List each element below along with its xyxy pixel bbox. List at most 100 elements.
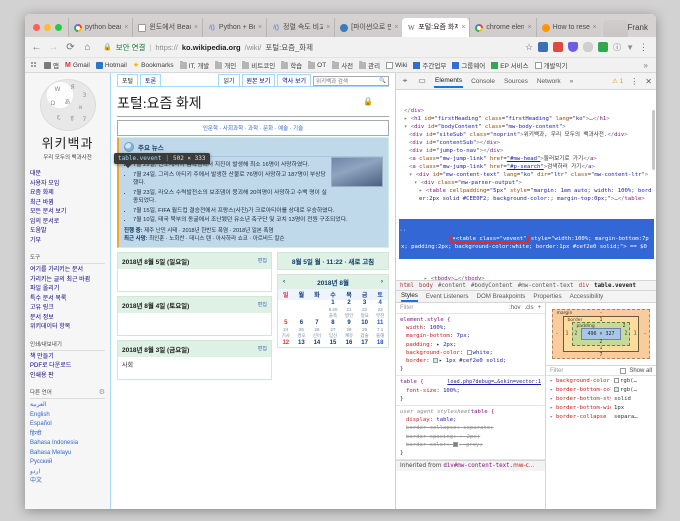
sidebar-link-permalink[interactable]: 고유 링크: [30, 304, 105, 314]
edit-link[interactable]: 편집: [258, 345, 267, 352]
computed-property-row[interactable]: ▸ border-bottom-col… rgb(…: [550, 386, 652, 395]
lang-link-id[interactable]: Bahasa Indonesia: [30, 439, 105, 449]
calendar-day[interactable]: 6: [294, 320, 310, 327]
new-style-rule-button[interactable]: +: [537, 305, 541, 311]
css-rule[interactable]: element.style {width: 100%; margin-bottom…: [396, 314, 545, 377]
tab-edit-source[interactable]: 원본 보기: [241, 74, 276, 86]
sidebar-link-help[interactable]: 도움말: [30, 227, 105, 237]
expand-triangle-icon[interactable]: ▸: [550, 413, 553, 422]
sidebar-link-createbook[interactable]: 책 만들기: [30, 353, 105, 363]
css-declaration[interactable]: border-color: ▸ grey;: [400, 441, 483, 448]
margin-right-value[interactable]: -: [644, 332, 647, 337]
dom-scrollbar[interactable]: [652, 90, 656, 280]
hov-toggle[interactable]: :hov: [509, 305, 520, 311]
computed-filter-input[interactable]: Filter: [550, 368, 563, 374]
calendar-day[interactable]: 12: [278, 340, 294, 347]
calendar-day[interactable]: 8: [325, 320, 341, 327]
cloud-icon[interactable]: [583, 42, 594, 52]
padding-left-value[interactable]: 2: [574, 332, 577, 337]
calendar-next-button[interactable]: ›: [381, 278, 383, 285]
sidebar-link-whatlinkshere[interactable]: 여기를 가리키는 문서: [30, 266, 105, 276]
tab-talk[interactable]: 토론: [140, 74, 162, 86]
lang-link-en[interactable]: English: [30, 411, 105, 421]
dom-tree-line[interactable]: ▸ <tbody>…</tbody>: [399, 275, 654, 280]
css-declaration[interactable]: border-collapse: separate;: [400, 425, 494, 431]
breadcrumb-item[interactable]: body: [419, 283, 433, 289]
inherited-class[interactable]: mw-c…: [513, 463, 534, 469]
calendar-day[interactable]: 18: [372, 340, 388, 347]
news-deaths-text[interactable]: 최인훈 · 노회찬 · 데니스 텐 · 아사하라 쇼코 · 아르비드 칼슨: [149, 236, 284, 242]
device-toolbar-icon[interactable]: ▭: [417, 76, 427, 86]
browser-tab-active[interactable]: W 포털:요즘 화제 ×: [402, 18, 470, 37]
expand-triangle-icon[interactable]: ▸: [550, 404, 553, 413]
bookmark-item[interactable]: 주간업무: [413, 60, 446, 70]
close-tab-icon[interactable]: ×: [394, 24, 398, 31]
dom-tree-line[interactable]: ▾ <div id="mw-content-text" lang="ko" di…: [399, 171, 654, 179]
gear-icon[interactable]: ⚙: [99, 388, 105, 396]
browser-tab[interactable]: [파이썬으로 만 ×: [334, 18, 403, 37]
breadcrumb-item-selected[interactable]: table.vevent: [594, 283, 636, 289]
tab-accessibility[interactable]: Accessibility: [570, 293, 604, 300]
computed-properties-list[interactable]: ▸ background-color rgb(… ▸ border-bottom-col…: [546, 376, 656, 423]
lang-link-ar[interactable]: العربية: [30, 401, 105, 411]
dom-tree-line[interactable]: ▾ <div class="mw-parser-output">: [399, 179, 654, 187]
browser-tab[interactable]: /() 정렬 속도 비교 ×: [266, 18, 335, 37]
box-padding[interactable]: padding 2 2 2 2 496 × 327: [572, 322, 630, 346]
bookmark-folder[interactable]: 학습: [281, 60, 302, 70]
inspect-icon[interactable]: ⌖: [400, 76, 410, 86]
expand-triangle-icon[interactable]: ▸: [550, 395, 553, 404]
sidebar-link-printable[interactable]: 인쇄용 판: [30, 372, 105, 382]
close-tab-icon[interactable]: ×: [258, 24, 262, 31]
calendar-day[interactable]: 10: [357, 320, 373, 327]
calendar-day[interactable]: 7: [309, 320, 325, 327]
browser-tab[interactable]: How to reset ×: [535, 18, 601, 37]
calendar-day[interactable]: 2: [341, 300, 357, 307]
expand-triangle-icon[interactable]: ▸: [550, 377, 553, 386]
ep-green-icon[interactable]: [598, 42, 609, 52]
tab-sources[interactable]: Sources: [503, 76, 529, 87]
border-right-value[interactable]: 1: [634, 332, 637, 337]
tabs-overflow-icon[interactable]: »: [569, 76, 575, 87]
bookmark-item[interactable]: Hotmail: [95, 61, 127, 69]
bookmark-folder[interactable]: OT: [308, 60, 326, 69]
minimize-window-button[interactable]: [44, 24, 51, 31]
css-declaration[interactable]: font-size: 100%;: [400, 388, 460, 394]
computed-property-row[interactable]: ▸ border-bottom-sty… solid: [550, 395, 652, 404]
sidebar-link-main[interactable]: 대문: [30, 170, 105, 180]
dom-tree-line[interactable]: ▾ <div id="bodyContent" class="mw-body-c…: [399, 123, 654, 131]
bookmark-folder[interactable]: 비트코인: [242, 60, 275, 70]
breadcrumb-item[interactable]: #bodyContent: [471, 283, 513, 289]
bookmark-item[interactable]: M Gmail: [65, 62, 90, 69]
box-model-diagram[interactable]: margin - 7 - - border 1 1 1 1 padding 2 …: [546, 303, 656, 365]
bookmark-folder[interactable]: 사전: [332, 60, 353, 70]
css-selector[interactable]: table {: [471, 409, 495, 415]
reload-icon[interactable]: ⟳: [65, 42, 76, 53]
wikipedia-logo[interactable]: W Я 3 Ω あ א ج ह 7: [39, 79, 96, 131]
css-rule[interactable]: user agent stylesheettable {display: tab…: [396, 406, 545, 461]
css-rule-source[interactable]: load.php?debug=…&skin=vector:1: [447, 378, 541, 386]
tab-elements[interactable]: Elements: [434, 75, 464, 88]
dom-tree-line[interactable]: <a class="mw-jump-link" href="#mw-head">…: [399, 155, 654, 163]
padding-right-value[interactable]: 2: [625, 332, 628, 337]
calendar-day[interactable]: [278, 300, 294, 307]
lang-link-ur[interactable]: اردو: [30, 468, 105, 478]
color-swatch[interactable]: [466, 349, 472, 355]
browser-tab[interactable]: python beau ×: [68, 18, 133, 37]
show-all-toggle[interactable]: Show all: [620, 367, 652, 374]
dom-selected-node[interactable]: ··· ▾<table class="vevent" style="width:…: [396, 219, 654, 259]
tab-network[interactable]: Network: [536, 76, 562, 87]
bookmark-folder[interactable]: 관리: [359, 60, 380, 70]
close-tab-icon[interactable]: ×: [527, 24, 531, 31]
css-declaration[interactable]: width: 100%;: [400, 325, 446, 331]
close-window-button[interactable]: [33, 24, 40, 31]
lang-link-ru[interactable]: Русский: [30, 458, 105, 468]
sidebar-link-community[interactable]: 사용자 모임: [30, 180, 105, 190]
sidebar-link-upload[interactable]: 파일 올리기: [30, 285, 105, 295]
filter-icon[interactable]: ▼: [626, 43, 634, 52]
back-icon[interactable]: ←: [31, 42, 42, 53]
close-tab-icon[interactable]: ×: [593, 24, 597, 31]
sidebar-link-specialpages[interactable]: 특수 문서 목록: [30, 295, 105, 305]
close-tab-icon[interactable]: ×: [124, 24, 128, 31]
home-icon[interactable]: ⌂: [82, 42, 93, 53]
news-thumbnail-image[interactable]: [331, 157, 383, 187]
